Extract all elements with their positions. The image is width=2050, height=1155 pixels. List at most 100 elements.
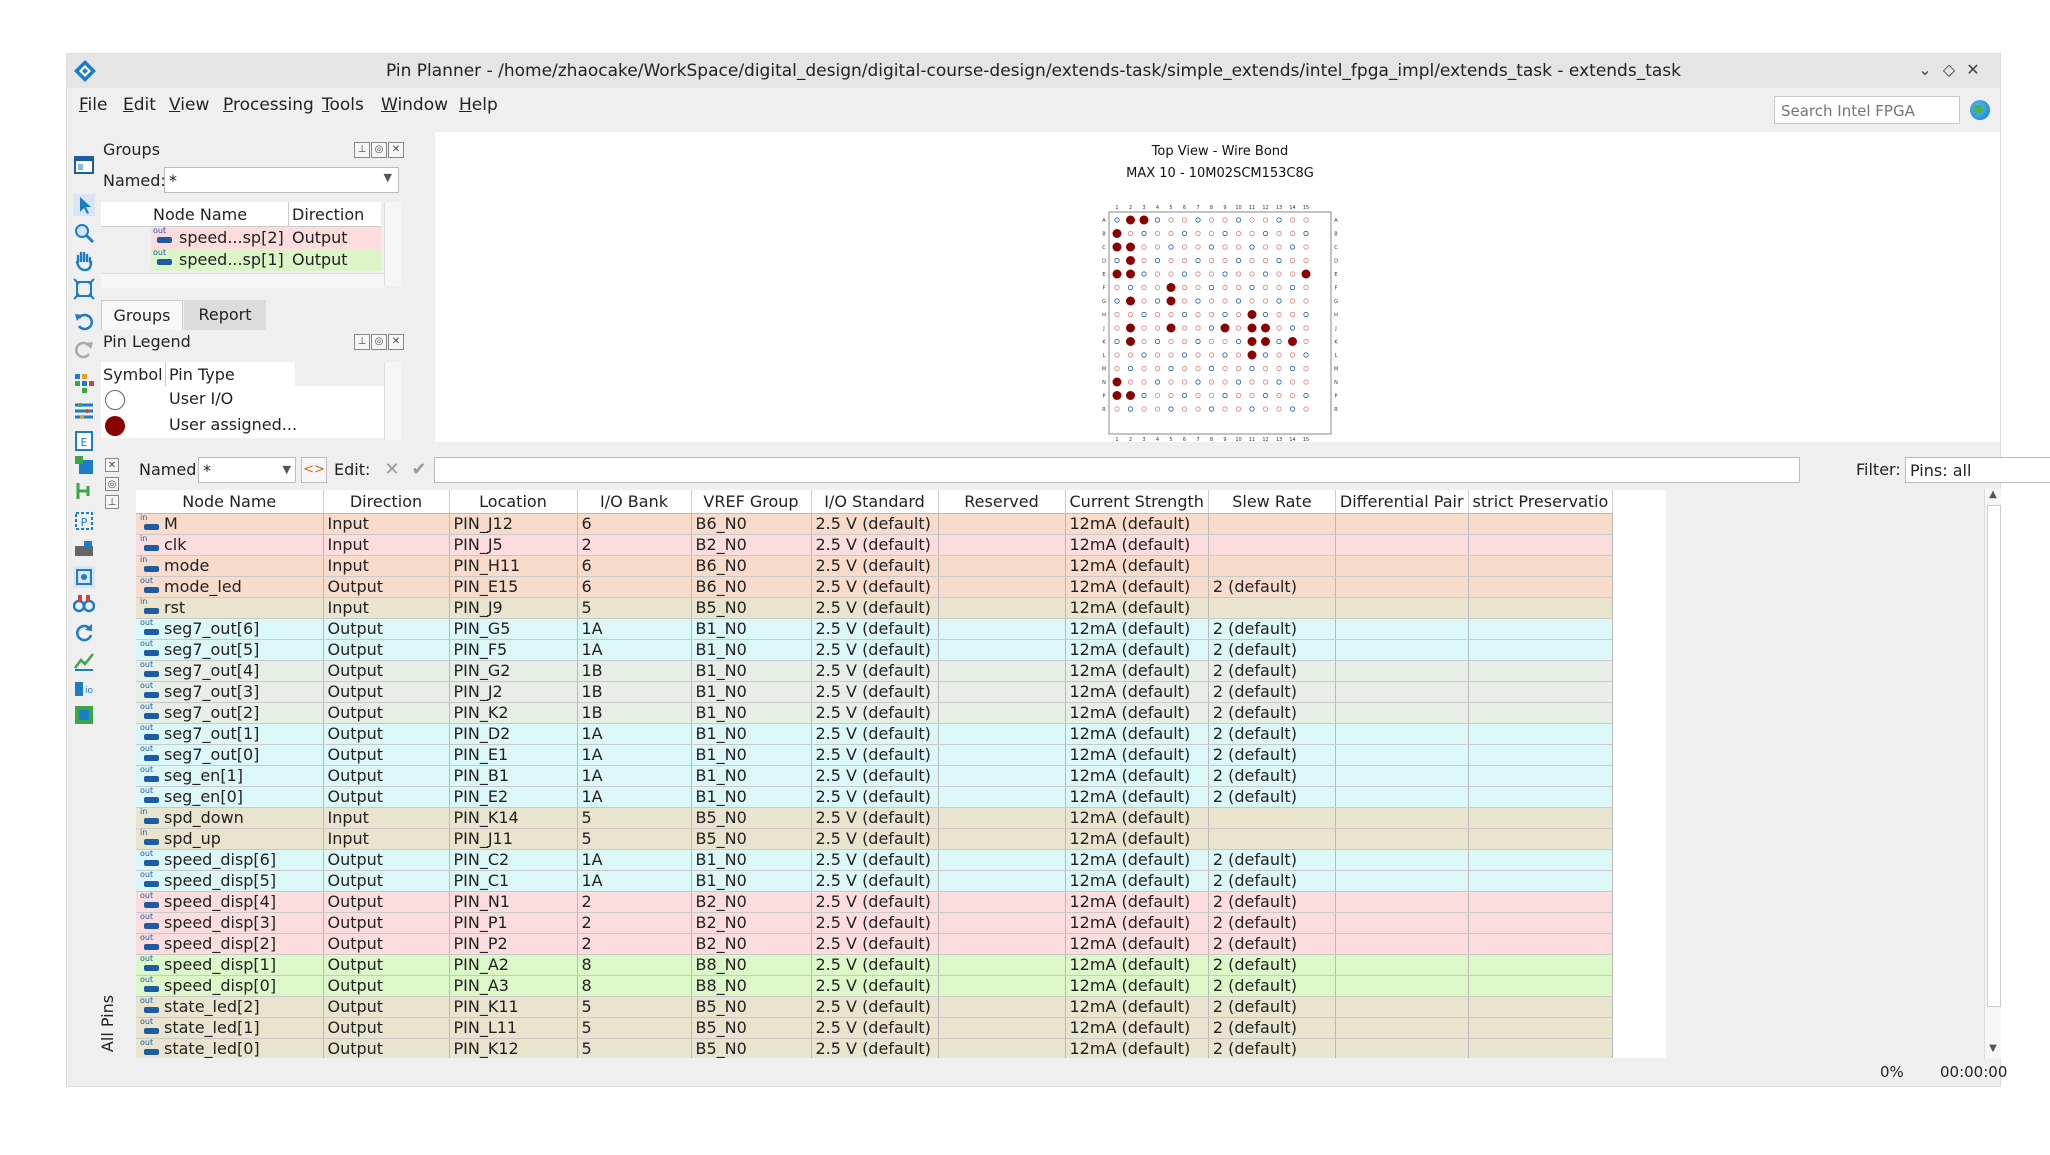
cell-diff[interactable] [1335, 786, 1469, 808]
pin-G6[interactable] [1181, 298, 1188, 304]
pin-M14[interactable] [1289, 365, 1296, 372]
pin-C5[interactable] [1168, 244, 1174, 250]
diff-pin-icon[interactable] [73, 538, 95, 560]
cell-slew[interactable] [1208, 828, 1336, 850]
cell-strength[interactable]: 12mA (default) [1065, 681, 1209, 703]
pin-N14[interactable] [1289, 379, 1296, 385]
panel-float-icon[interactable]: ◎ [371, 142, 387, 158]
cell-vref[interactable]: B2_N0 [691, 933, 812, 955]
cell-strict[interactable] [1468, 765, 1614, 787]
assigned-pin-H11[interactable] [1247, 310, 1257, 319]
pin-D4[interactable] [1154, 257, 1161, 264]
pin-M8[interactable] [1208, 365, 1215, 372]
cell-standard[interactable]: 2.5 V (default) [811, 555, 939, 577]
minimize-button[interactable]: ⌄ [1915, 60, 1935, 80]
cell-slew[interactable]: 2 (default) [1208, 975, 1336, 997]
pin-D5[interactable] [1168, 257, 1174, 264]
cell-standard[interactable]: 2.5 V (default) [811, 744, 939, 766]
cell-reserved[interactable] [938, 555, 1066, 577]
pin-B6[interactable] [1181, 230, 1188, 237]
show-selected-icon[interactable] [73, 566, 95, 588]
assigned-pin-J2[interactable] [1126, 323, 1135, 333]
cell-slew[interactable]: 2 (default) [1208, 576, 1336, 598]
cell-name[interactable]: in M [136, 513, 324, 535]
groups-named-combo[interactable]: * ▼ [164, 167, 399, 193]
cell-strength[interactable]: 12mA (default) [1065, 954, 1209, 976]
pin-N12[interactable] [1262, 379, 1269, 385]
cell-bank[interactable]: 5 [577, 1017, 692, 1039]
table-row[interactable]: out seg_en[1] Output PIN_B1 1A B1_N0 2.5 V (de… [136, 765, 1614, 787]
cell-diff[interactable] [1335, 660, 1469, 682]
pin-F13[interactable] [1276, 284, 1282, 291]
pin-D1[interactable] [1114, 257, 1120, 264]
cell-direction[interactable]: Input [323, 597, 450, 619]
cell-strict[interactable] [1468, 912, 1614, 934]
cell-vref[interactable]: B1_N0 [691, 702, 812, 724]
pin-G12[interactable] [1262, 298, 1269, 304]
cell-bank[interactable]: 5 [577, 807, 692, 829]
cell-bank[interactable]: 5 [577, 1038, 692, 1058]
cell-vref[interactable]: B5_N0 [691, 996, 812, 1018]
pin-A1[interactable] [1114, 217, 1120, 223]
pin-G9[interactable] [1222, 298, 1228, 304]
cell-slew[interactable]: 2 (default) [1208, 618, 1336, 640]
cell-standard[interactable]: 2.5 V (default) [811, 576, 939, 598]
pin-F7[interactable] [1195, 284, 1201, 291]
pin-N5[interactable] [1168, 379, 1174, 385]
pin-G15[interactable] [1303, 298, 1309, 304]
cell-strict[interactable] [1468, 828, 1614, 850]
cell-diff[interactable] [1335, 744, 1469, 766]
cell-reserved[interactable] [938, 828, 1066, 850]
cell-strict[interactable] [1468, 744, 1614, 766]
cell-strict[interactable] [1468, 954, 1614, 976]
pin-D12[interactable] [1262, 257, 1269, 264]
pin-P13[interactable] [1276, 392, 1282, 399]
cell-strength[interactable]: 12mA (default) [1065, 723, 1209, 745]
pin-H12[interactable] [1262, 311, 1269, 318]
cell-strength[interactable]: 12mA (default) [1065, 534, 1209, 556]
cell-slew[interactable]: 2 (default) [1208, 639, 1336, 661]
pin-R9[interactable] [1222, 406, 1228, 412]
cell-location[interactable]: PIN_C2 [449, 849, 578, 871]
cell-reserved[interactable] [938, 975, 1066, 997]
pin-A6[interactable] [1181, 217, 1188, 223]
pin-N7[interactable] [1195, 379, 1201, 385]
cell-strict[interactable] [1468, 1038, 1614, 1058]
col-header[interactable]: VREF Group [691, 490, 812, 514]
pin-C15[interactable] [1303, 244, 1309, 250]
cell-standard[interactable]: 2.5 V (default) [811, 765, 939, 787]
pin-A7[interactable] [1195, 217, 1201, 223]
pin-D8[interactable] [1208, 257, 1215, 264]
cell-location[interactable]: PIN_F5 [449, 639, 578, 661]
cell-bank[interactable]: 1B [577, 702, 692, 724]
cell-direction[interactable]: Output [323, 681, 450, 703]
pin-B14[interactable] [1289, 230, 1296, 237]
col-header[interactable]: Direction [323, 490, 450, 514]
cell-name[interactable]: out seg7_out[5] [136, 639, 324, 661]
cell-diff[interactable] [1335, 534, 1469, 556]
io-bank-icon[interactable] [73, 400, 95, 422]
cell-slew[interactable]: 2 (default) [1208, 786, 1336, 808]
cell-direction[interactable]: Output [323, 870, 450, 892]
cell-name[interactable]: out state_led[2] [136, 996, 324, 1018]
show-pin-planner-icon[interactable]: P [73, 510, 95, 532]
pin-D13[interactable] [1276, 257, 1282, 264]
pin-J3[interactable] [1141, 325, 1147, 331]
pin-M13[interactable] [1276, 365, 1282, 372]
pin-P7[interactable] [1195, 392, 1201, 399]
cell-diff[interactable] [1335, 870, 1469, 892]
panel-float-icon[interactable]: ◎ [371, 334, 387, 350]
cell-reserved[interactable] [938, 513, 1066, 535]
search-box[interactable] [1774, 96, 1960, 124]
cell-location[interactable]: PIN_A3 [449, 975, 578, 997]
cell-direction[interactable]: Input [323, 828, 450, 850]
cell-direction[interactable]: Output [323, 618, 450, 640]
cell-location[interactable]: PIN_K12 [449, 1038, 578, 1058]
timing-icon[interactable] [73, 650, 95, 672]
pin-K7[interactable] [1195, 338, 1201, 345]
cell-bank[interactable]: 1A [577, 849, 692, 871]
globe-icon[interactable] [1970, 100, 1990, 120]
cell-reserved[interactable] [938, 744, 1066, 766]
cell-vref[interactable]: B2_N0 [691, 534, 812, 556]
pin-L7[interactable] [1195, 352, 1201, 358]
